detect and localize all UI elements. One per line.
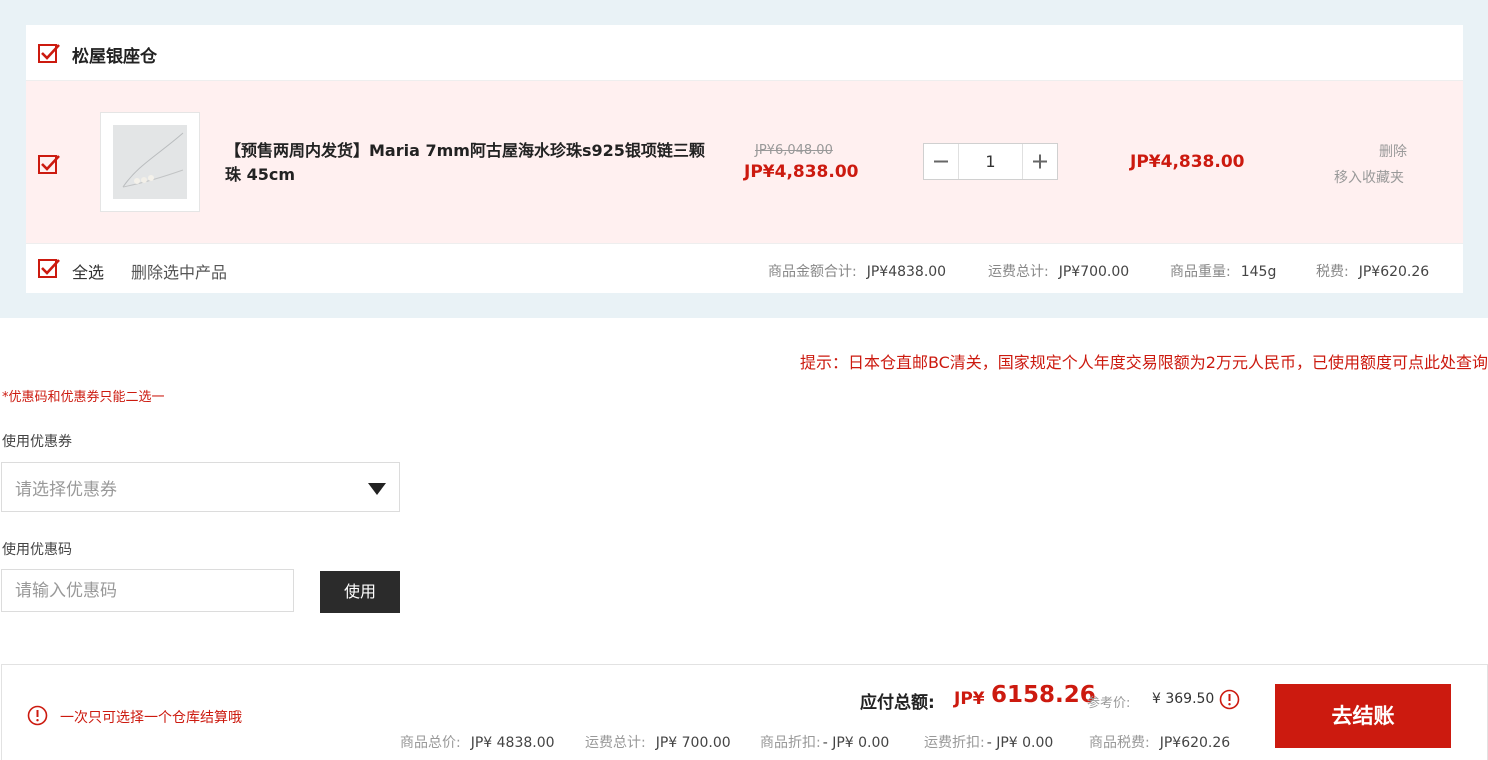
item-subtotal: JP¥4,838.00 [1130,152,1245,172]
warehouse-cart: 松屋银座仓 【预售两周内发货】Maria 7mm阿古屋海水珍珠s925银项链三颗… [26,25,1463,293]
tax-value: JP¥620.26 [1358,264,1430,280]
apply-code-button[interactable]: 使用 [320,571,400,613]
checkout-bar: 一次只可选择一个仓库结算哦 应付总额: JP¥ 6158.26 参考价: ¥ 3… [1,664,1488,760]
breakdown-goods-total: 商品总价: JP¥ 4838.00 [400,732,555,752]
breakdown-label: 运费总计: [585,735,646,751]
cart-footer: 全选 删除选中产品 商品金额合计: JP¥4838.00 运费总计: JP¥700.… [26,244,1463,293]
promo-code-label: 使用优惠码 [2,542,72,558]
goods-total-summary: 商品金额合计: JP¥4838.00 [768,261,946,281]
breakdown-label: 运费折扣: [924,735,985,751]
checkbox-checked-icon [38,155,60,174]
shipping-value: JP¥700.00 [1058,264,1130,280]
plus-icon [1033,154,1047,169]
reference-price-label: 参考价: [1087,696,1131,711]
coupon-select[interactable]: 请选择优惠券 [1,462,400,512]
move-to-favorites-link[interactable]: 移入收藏夹 [1334,167,1404,187]
payable-total-amount: 6158.26 [991,682,1096,708]
breakdown-label: 商品总价: [400,735,461,751]
warehouse-header: 松屋银座仓 [26,25,1463,81]
breakdown-label: 商品税费: [1089,735,1150,751]
original-price: JP¥6,048.00 [755,143,833,158]
coupon-select-placeholder: 请选择优惠券 [15,480,117,500]
breakdown-shipping: 运费总计: JP¥ 700.00 [585,732,731,752]
cart-item-row: 【预售两周内发货】Maria 7mm阿古屋海水珍珠s925银项链三颗珠 45cm… [26,81,1463,244]
tax-label: 税费: [1316,264,1349,280]
breakdown-value: JP¥ 700.00 [655,735,731,751]
info-alert-icon[interactable] [1219,689,1240,710]
goods-total-value: JP¥4838.00 [866,264,947,280]
weight-summary: 商品重量: 145g [1170,261,1276,281]
select-all-checkbox[interactable] [38,258,60,278]
product-image [113,125,187,199]
minus-icon [934,160,948,163]
sale-price: JP¥4,838.00 [744,162,859,182]
increase-quantity-button[interactable] [1022,144,1057,179]
breakdown-shipping-discount: 运费折扣: - JP¥ 0.00 [924,732,1053,752]
shipping-summary: 运费总计: JP¥700.00 [988,261,1129,281]
decrease-quantity-button[interactable] [924,144,959,179]
cart-section: 松屋银座仓 【预售两周内发货】Maria 7mm阿古屋海水珍珠s925银项链三颗… [0,0,1488,318]
product-title[interactable]: 【预售两周内发货】Maria 7mm阿古屋海水珍珠s925银项链三颗珠 45cm [225,139,715,187]
payable-total-label: 应付总额: [860,693,935,713]
checkbox-checked-icon [38,44,60,63]
reference-price-value: ¥ 369.50 [1152,691,1215,707]
warning-circle-icon [27,705,48,726]
delete-selected-button[interactable]: 删除选中产品 [131,259,227,283]
customs-limit-notice[interactable]: 提示：日本仓直邮BC清关，国家规定个人年度交易限额为2万元人民币，已使用额度可点… [800,349,1488,373]
breakdown-value: - JP¥ 0.00 [986,735,1054,751]
breakdown-value: JP¥ 4838.00 [470,735,555,751]
coupon-exclusive-note: *优惠码和优惠券只能二选一 [2,390,165,405]
quantity-stepper: 1 [923,143,1058,180]
shipping-label: 运费总计: [988,264,1049,280]
warehouse-name: 松屋银座仓 [72,47,157,67]
breakdown-value: - JP¥ 0.00 [822,735,890,751]
breakdown-goods-discount: 商品折扣: - JP¥ 0.00 [760,732,889,752]
coupon-label: 使用优惠券 [2,434,72,450]
quantity-value[interactable]: 1 [959,144,1022,179]
product-thumbnail[interactable] [100,112,200,212]
delete-item-link[interactable]: 删除 [1379,141,1407,161]
warehouse-checkbox[interactable] [38,43,60,63]
dropdown-arrow-icon [368,483,386,495]
single-warehouse-warning: 一次只可选择一个仓库结算哦 [60,710,242,726]
promo-code-input[interactable] [1,569,294,612]
checkbox-checked-icon [38,259,60,278]
goods-total-label: 商品金额合计: [768,264,857,280]
breakdown-label: 商品折扣: [760,735,821,751]
weight-value: 145g [1240,264,1277,280]
item-checkbox[interactable] [38,154,60,174]
select-all-label[interactable]: 全选 [72,259,104,283]
checkout-button[interactable]: 去结账 [1275,684,1451,748]
breakdown-value: JP¥620.26 [1159,735,1231,751]
payable-currency: JP¥ [954,689,985,709]
tax-summary: 税费: JP¥620.26 [1316,261,1429,281]
weight-label: 商品重量: [1170,264,1231,280]
breakdown-tax: 商品税费: JP¥620.26 [1089,732,1230,752]
